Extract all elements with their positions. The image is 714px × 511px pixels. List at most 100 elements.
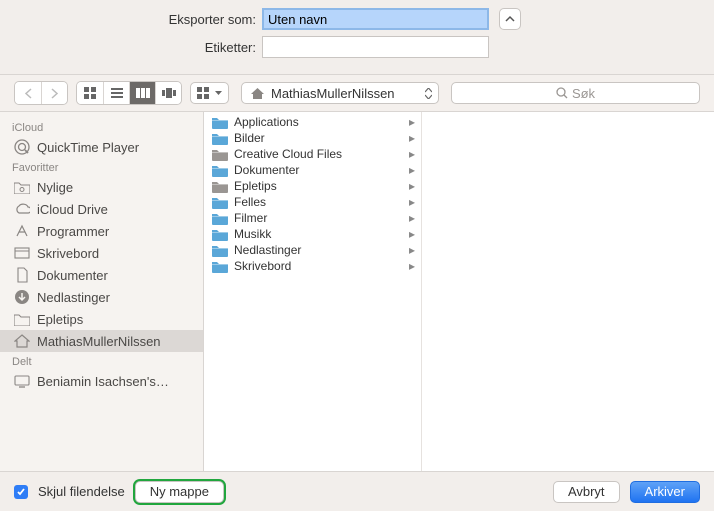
chevron-right-icon: ▸ (409, 179, 415, 193)
sidebar-item[interactable]: Programmer (0, 220, 203, 242)
tags-input[interactable] (262, 36, 489, 58)
hide-extension-label: Skjul filendelse (38, 484, 125, 499)
arrange-button[interactable] (190, 82, 229, 104)
list-view-button[interactable] (103, 82, 129, 104)
cancel-button[interactable]: Avbryt (553, 481, 620, 503)
home-icon (250, 87, 265, 100)
sidebar-item[interactable]: Skrivebord (0, 242, 203, 264)
sidebar-item[interactable]: QuickTime Player (0, 136, 203, 158)
chevron-right-icon: ▸ (409, 259, 415, 273)
file-item[interactable]: Felles▸ (204, 194, 421, 210)
sidebar-item-label: Nedlastinger (37, 290, 110, 305)
display-icon (14, 373, 30, 389)
hide-extension-checkbox[interactable] (14, 485, 28, 499)
file-item[interactable]: Dokumenter ▸ (204, 162, 421, 178)
file-item[interactable]: Applications ▸ (204, 114, 421, 130)
footer: Skjul filendelse Ny mappe Avbryt Arkiver (0, 472, 714, 511)
file-item-label: Filmer (234, 211, 267, 225)
icon-view-button[interactable] (77, 82, 103, 104)
sidebar-item-label: Programmer (37, 224, 109, 239)
nav-group (14, 81, 68, 105)
file-item[interactable]: Epletips ▸ (204, 178, 421, 194)
view-mode-group (76, 81, 182, 105)
grid-icon (84, 87, 96, 99)
sidebar-item-label: Nylige (37, 180, 73, 195)
sidebar-item[interactable]: Epletips (0, 308, 203, 330)
doc-icon (14, 267, 30, 283)
sidebar-item[interactable]: Nylige (0, 176, 203, 198)
file-item-label: Dokumenter (234, 163, 299, 177)
apps-icon (14, 223, 30, 239)
forward-button[interactable] (41, 82, 67, 104)
search-input[interactable]: Søk (451, 82, 700, 104)
file-item[interactable]: Creative Cloud Files ▸ (204, 146, 421, 162)
tags-label: Etiketter: (0, 40, 262, 55)
file-item[interactable]: Musikk ▸ (204, 226, 421, 242)
list-icon (111, 88, 123, 98)
file-item-label: Creative Cloud Files (234, 147, 342, 161)
chevron-right-icon: ▸ (409, 243, 415, 257)
sidebar-item[interactable]: iCloud Drive (0, 198, 203, 220)
file-item[interactable]: Bilder▸ (204, 130, 421, 146)
sidebar-item[interactable]: Dokumenter (0, 264, 203, 286)
coverflow-view-button[interactable] (155, 82, 181, 104)
column-view-button[interactable] (129, 82, 155, 104)
chevron-right-icon: ▸ (409, 195, 415, 209)
sidebar: iCloudQuickTime PlayerFavoritterNyligeiC… (0, 112, 204, 471)
chevron-right-icon: ▸ (409, 211, 415, 225)
check-icon (16, 487, 26, 497)
file-item-label: Bilder (234, 131, 265, 145)
chevron-up-icon (505, 14, 515, 24)
coverflow-icon (162, 88, 176, 98)
chevron-left-icon (24, 88, 33, 99)
export-form: Eksporter som: Etiketter: (0, 0, 714, 74)
sidebar-item[interactable]: Nedlastinger (0, 286, 203, 308)
chevron-right-icon: ▸ (409, 147, 415, 161)
file-item[interactable]: Nedlastinger ▸ (204, 242, 421, 258)
updown-icon (425, 88, 432, 99)
download-icon (14, 289, 30, 305)
collapse-button[interactable] (499, 8, 521, 30)
export-name-input[interactable] (262, 8, 489, 30)
arrange-icon (197, 87, 211, 99)
sidebar-item[interactable]: MathiasMullerNilssen (0, 330, 203, 352)
qt-icon (14, 139, 30, 155)
chevron-right-icon: ▸ (409, 227, 415, 241)
sidebar-item-label: Epletips (37, 312, 83, 327)
path-label: MathiasMullerNilssen (271, 86, 395, 101)
new-folder-button[interactable]: Ny mappe (135, 481, 224, 503)
chevron-right-icon: ▸ (409, 115, 415, 129)
column: Applications▸Bilder▸Creative Cloud Files… (204, 112, 422, 471)
chevron-down-icon (215, 91, 222, 96)
save-button[interactable]: Arkiver (630, 481, 700, 503)
cloud-icon (14, 201, 30, 217)
folder-icon (14, 311, 30, 327)
file-item-label: Nedlastinger (234, 243, 301, 257)
file-item[interactable]: Skrivebord ▸ (204, 258, 421, 274)
column-view: Applications▸Bilder▸Creative Cloud Files… (204, 112, 714, 471)
sidebar-item-label: QuickTime Player (37, 140, 139, 155)
file-item-label: Epletips (234, 179, 277, 193)
chevron-right-icon (50, 88, 59, 99)
sidebar-item-label: Beniamin Isachsen's… (37, 374, 169, 389)
file-item-label: Skrivebord (234, 259, 291, 273)
back-button[interactable] (15, 82, 41, 104)
desktop-icon (14, 245, 30, 261)
file-item[interactable]: Filmer ▸ (204, 210, 421, 226)
file-item-label: Musikk (234, 227, 271, 241)
sidebar-section-header: Favoritter (0, 158, 203, 176)
sidebar-item-label: Skrivebord (37, 246, 99, 261)
file-item-label: Applications (234, 115, 299, 129)
sidebar-section-header: Delt (0, 352, 203, 370)
sidebar-item-label: iCloud Drive (37, 202, 108, 217)
chevron-right-icon: ▸ (409, 163, 415, 177)
search-icon (556, 87, 568, 99)
home-icon (14, 333, 30, 349)
export-as-label: Eksporter som: (0, 12, 262, 27)
main-area: iCloudQuickTime PlayerFavoritterNyligeiC… (0, 112, 714, 472)
columns-icon (136, 88, 150, 98)
folder-gear-icon (14, 179, 30, 195)
search-placeholder: Søk (572, 86, 595, 101)
path-dropdown[interactable]: MathiasMullerNilssen (241, 82, 439, 104)
sidebar-item[interactable]: Beniamin Isachsen's… (0, 370, 203, 392)
